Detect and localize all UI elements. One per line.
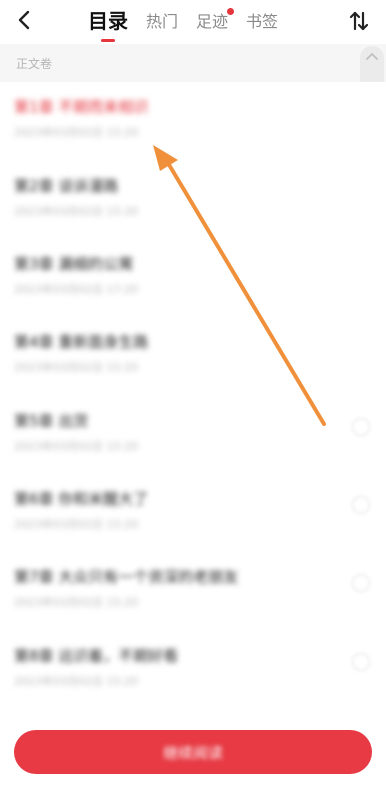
chapter-title: 第6章 你和米醒大了 — [14, 490, 149, 508]
chapter-date: 2023年03月02日 15:20 — [14, 440, 139, 453]
tab-bar: 目录 热门 足迹 书签 — [88, 6, 296, 42]
chapter-date: 2023年03月02日 15:20 — [14, 518, 139, 531]
chapter-title: 第4章 重新面身生路 — [14, 333, 149, 351]
chapter-item[interactable]: 第8章 远识着，不期好看 2023年03月02日 15:20 — [0, 631, 386, 709]
chapter-item[interactable]: 第3章 漏细的公寓 2023年03月02日 17:20 — [0, 239, 386, 317]
chapter-title: 第2章 谈诉漫路 — [14, 177, 119, 195]
sort-button[interactable] — [346, 8, 372, 34]
chapter-title: 第3章 漏细的公寓 — [14, 255, 134, 273]
chapter-date: 2023年03月02日 15:20 — [14, 596, 139, 609]
chapter-item[interactable]: 第2章 谈诉漫路 2023年03月02日 15:20 — [0, 161, 386, 239]
chevron-left-icon — [18, 10, 30, 30]
chapter-list: 第1章 不期而来相识 2023年03月02日 15:20 第2章 谈诉漫路 20… — [0, 82, 386, 712]
volume-label: 正文卷 — [16, 57, 53, 71]
tab-popular-label: 热门 — [146, 12, 179, 31]
tab-footprint[interactable]: 足迹 — [196, 8, 235, 34]
chapter-item[interactable]: 第1章 不期而来相识 2023年03月02日 15:20 — [0, 82, 386, 160]
back-button[interactable] — [10, 6, 38, 34]
tab-popular[interactable]: 热门 — [146, 10, 178, 34]
lock-icon — [352, 574, 370, 592]
chapter-item[interactable]: 第4章 重新面身生路 2023年03月02日 15:20 — [0, 317, 386, 395]
chapter-date: 2023年03月02日 17:20 — [14, 283, 139, 296]
chapter-date: 2023年03月02日 15:20 — [14, 361, 139, 374]
chapter-date: 2023年03月02日 15:20 — [14, 205, 139, 218]
lock-icon — [352, 653, 370, 671]
chapter-item[interactable]: 第6章 你和米醒大了 2023年03月02日 15:20 — [0, 474, 386, 552]
continue-reading-button[interactable]: 继续阅读 — [14, 730, 372, 774]
chapter-date: 2023年03月02日 15:20 — [14, 675, 139, 688]
lock-icon — [352, 418, 370, 436]
tab-catalog-label: 目录 — [88, 9, 128, 33]
chapter-title: 第1章 不期而来相识 — [14, 98, 149, 116]
volume-header: 正文卷 — [0, 44, 386, 82]
chapter-title: 第5章 出货 — [14, 412, 89, 430]
chapter-item[interactable]: 第5章 出货 2023年03月02日 15:20 — [0, 396, 386, 474]
tab-catalog[interactable]: 目录 — [88, 8, 128, 42]
tab-bookmarks[interactable]: 书签 — [246, 10, 278, 34]
top-bar: 目录 热门 足迹 书签 — [0, 0, 386, 44]
chapter-date: 2023年03月02日 15:20 — [14, 126, 139, 139]
chevron-up-icon — [366, 53, 378, 60]
chapter-item[interactable]: 第7章 大众只有一个资深的老朋友 2023年03月02日 15:20 — [0, 552, 386, 630]
tab-bookmarks-label: 书签 — [246, 12, 279, 31]
tab-footprint-label: 足迹 — [196, 12, 229, 31]
notification-dot — [227, 8, 235, 15]
continue-reading-label: 继续阅读 — [162, 743, 223, 762]
lock-icon — [352, 496, 370, 514]
active-tab-indicator — [101, 39, 115, 42]
sort-arrows-icon — [349, 11, 369, 31]
chapter-title: 第7章 大众只有一个资深的老朋友 — [14, 568, 239, 586]
chapter-title: 第8章 远识着，不期好看 — [14, 647, 179, 665]
